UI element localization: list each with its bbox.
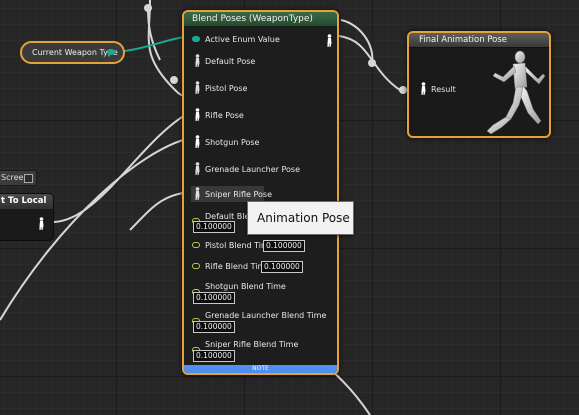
current-weapon-type-label: Current Weapon Type — [32, 48, 118, 57]
enum-input-pin[interactable] — [192, 36, 200, 42]
blend-time-input[interactable]: 0.100000 — [263, 240, 305, 252]
blend-time-input[interactable]: 0.100000 — [193, 221, 235, 233]
pose-pin-icon — [195, 54, 200, 67]
pose-pin-label: Pistol Pose — [205, 84, 248, 93]
blend-time-label: Grenade Launcher Blend Time — [205, 311, 327, 320]
enum-output-pin[interactable] — [107, 49, 115, 55]
float-pin[interactable] — [192, 242, 200, 248]
wire-knot-3 — [368, 59, 376, 67]
pose-pin-label: Default Pose — [205, 57, 256, 66]
blend-time-input[interactable]: 0.100000 — [193, 292, 235, 304]
result-label: Result — [431, 85, 456, 94]
blend-time-label: Sniper Rifle Blend Time — [205, 340, 299, 349]
pose-pin-icon — [195, 81, 200, 94]
pin-tooltip: Animation Pose — [247, 201, 354, 235]
pose-pin-icon — [195, 108, 200, 121]
result-wire-2 — [340, 19, 374, 64]
to-local-node[interactable]: t To Local — [0, 193, 54, 241]
pose-pin-label: Grenade Launcher Pose — [205, 165, 300, 174]
blend-time-input[interactable]: 0.100000 — [261, 261, 303, 273]
blend-time-label: Shotgun Blend Time — [205, 282, 286, 291]
pose-pin-icon — [195, 187, 200, 200]
blend-time-input[interactable]: 0.100000 — [193, 350, 235, 362]
blend-poses-title: Blend Poses (WeaponType) — [184, 12, 337, 27]
pose-pin-label: Shotgun Pose — [205, 138, 260, 147]
pose-output-icon[interactable] — [37, 217, 46, 231]
pose-wire-sniper — [129, 191, 191, 231]
wire-knot-2 — [170, 76, 178, 84]
screen-checkbox[interactable] — [24, 174, 33, 183]
final-animation-pose-node[interactable]: Final Animation Pose Result — [407, 31, 551, 138]
wire-knot-4 — [399, 86, 407, 94]
blend-time-input[interactable]: 0.100000 — [193, 321, 235, 333]
active-enum-label: Active Enum Value — [205, 35, 280, 44]
current-weapon-type-node[interactable]: Current Weapon Type — [20, 41, 125, 64]
pose-input-icon[interactable] — [419, 82, 428, 96]
wire-knot-1 — [144, 4, 152, 12]
note-bar[interactable]: NOTE — [184, 365, 337, 373]
to-local-title: t To Local — [0, 194, 53, 209]
pose-pin-icon — [195, 135, 200, 148]
float-pin[interactable] — [192, 263, 200, 269]
pose-wire-rifle — [53, 111, 191, 223]
pose-pin-icon — [195, 162, 200, 175]
blend-poses-node[interactable]: Blend Poses (WeaponType) Active Enum Val… — [182, 10, 339, 375]
screen-node[interactable]: Screen — [0, 170, 37, 186]
pose-output-icon[interactable] — [325, 34, 334, 48]
pose-pin-label: Rifle Pose — [205, 111, 244, 120]
running-mannequin-icon — [486, 50, 546, 135]
final-animation-pose-title: Final Animation Pose — [409, 33, 549, 48]
pose-pin-label: Sniper Rifle Pose — [205, 190, 273, 199]
enum-wire — [117, 35, 191, 53]
